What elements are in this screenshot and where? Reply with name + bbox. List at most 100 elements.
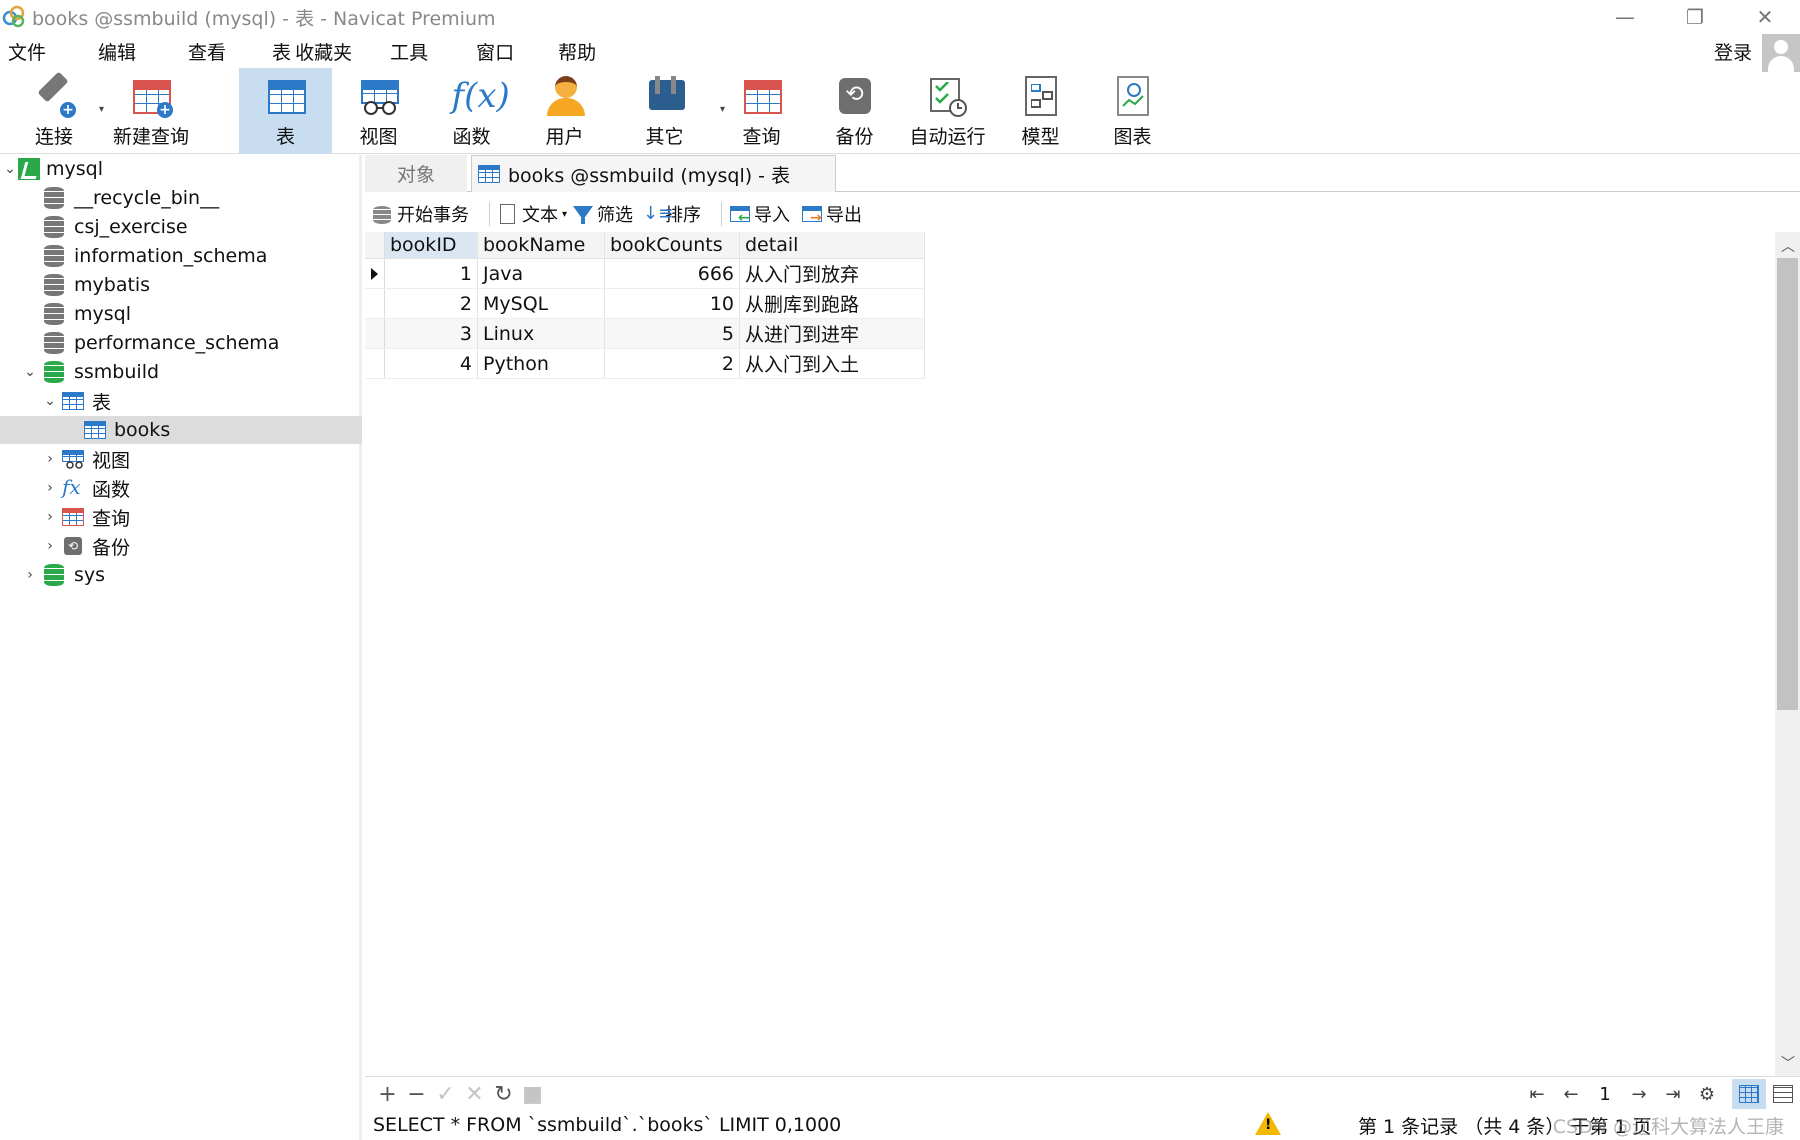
toolbar-view-button[interactable]: 视图 (332, 68, 425, 154)
tree-db-information-schema[interactable]: information_schema (44, 242, 267, 270)
begin-transaction-button[interactable]: 开始事务 (373, 201, 469, 227)
tree-folder-queries[interactable]: › 查询 (42, 503, 130, 531)
previous-page-icon[interactable]: ← (1554, 1084, 1588, 1105)
toolbar-connection-button[interactable]: + 连接 ▾ (18, 68, 104, 154)
filter-button[interactable]: 筛选 (573, 201, 633, 227)
chevron-right-icon[interactable]: › (42, 538, 58, 554)
tree-folder-views[interactable]: › 视图 (42, 445, 130, 473)
cell-bookname[interactable]: Python (478, 349, 605, 378)
cell-bookid[interactable]: 2 (385, 289, 478, 318)
refresh-icon[interactable]: ↻ (489, 1082, 518, 1107)
gear-icon[interactable]: ⚙ (1690, 1084, 1724, 1105)
cell-bookname[interactable]: MySQL (478, 289, 605, 318)
chevron-down-icon[interactable]: ▾ (562, 209, 567, 220)
cell-bookid[interactable]: 1 (385, 259, 478, 288)
tab-books-table[interactable]: books @ssmbuild (mysql) - 表 (471, 155, 836, 192)
tree-db-ssmbuild[interactable]: ⌄ ssmbuild (22, 358, 159, 386)
chevron-right-icon[interactable]: › (42, 509, 58, 525)
cell-bookcounts[interactable]: 5 (605, 319, 740, 348)
toolbar-new-query-button[interactable]: + 新建查询 (110, 68, 192, 154)
tree-db-performance-schema[interactable]: performance_schema (44, 329, 279, 357)
cell-detail[interactable]: 从入门到放弃 (740, 259, 925, 288)
avatar[interactable] (1762, 34, 1800, 72)
column-header-bookcounts[interactable]: bookCounts (605, 232, 740, 258)
tree-db-csj-exercise[interactable]: csj_exercise (44, 213, 188, 241)
cell-bookcounts[interactable]: 10 (605, 289, 740, 318)
menu-edit[interactable]: 编辑 (90, 38, 144, 65)
add-record-icon[interactable]: + (373, 1082, 402, 1107)
restore-button[interactable]: ❐ (1660, 0, 1730, 34)
cell-bookcounts[interactable]: 2 (605, 349, 740, 378)
toolbar-automation-button[interactable]: 自动运行 (900, 68, 995, 154)
chevron-down-icon[interactable]: ⌄ (42, 393, 58, 409)
chevron-right-icon[interactable]: › (22, 567, 38, 583)
tree-db-mysql[interactable]: mysql (44, 300, 131, 328)
import-button[interactable]: ← 导入 (730, 201, 790, 227)
toolbar-user-button[interactable]: 用户 (518, 68, 611, 154)
tree-folder-tables[interactable]: ⌄ 表 (42, 387, 111, 415)
menu-tools[interactable]: 工具 (382, 38, 436, 65)
scroll-down-icon[interactable]: ﹀ (1781, 1053, 1795, 1073)
apply-changes-icon[interactable]: ✓ (431, 1082, 460, 1107)
menu-window[interactable]: 窗口 (468, 38, 522, 65)
chevron-down-icon[interactable]: ⌄ (22, 364, 38, 380)
form-view-button[interactable] (1766, 1079, 1800, 1109)
cell-bookid[interactable]: 4 (385, 349, 478, 378)
first-page-icon[interactable]: ⇤ (1520, 1084, 1554, 1105)
row-selector[interactable] (365, 289, 385, 318)
table-row[interactable]: 4 Python 2 从入门到入土 (365, 349, 925, 379)
tree-connection-mysql[interactable]: ⌄ mysql (2, 155, 103, 183)
text-view-button[interactable]: 文本 ▾ (498, 201, 567, 227)
column-header-bookname[interactable]: bookName (478, 232, 605, 258)
toolbar-model-button[interactable]: 模型 (994, 68, 1087, 154)
row-selector[interactable] (365, 349, 385, 378)
tree-db-mybatis[interactable]: mybatis (44, 271, 150, 299)
tree-table-books[interactable]: books (0, 416, 362, 444)
discard-changes-icon[interactable]: ✕ (460, 1082, 489, 1107)
menu-file[interactable]: 文件 (0, 38, 54, 65)
close-button[interactable]: ✕ (1730, 0, 1800, 34)
row-selector[interactable] (365, 259, 385, 288)
table-row[interactable]: 1 Java 666 从入门到放弃 (365, 259, 925, 289)
cell-detail[interactable]: 从进门到进牢 (740, 319, 925, 348)
cell-detail[interactable]: 从入门到入土 (740, 349, 925, 378)
toolbar-backup-button[interactable]: ⟲ 备份 (808, 68, 901, 154)
menu-view[interactable]: 查看 (180, 38, 234, 65)
stop-icon[interactable]: ■ (518, 1082, 547, 1107)
menu-favorites[interactable]: 收藏夹 (295, 38, 360, 65)
column-header-detail[interactable]: detail (740, 232, 925, 258)
toolbar-function-button[interactable]: f(x) 函数 (425, 68, 518, 154)
tree-folder-functions[interactable]: › fx 函数 (42, 474, 130, 502)
chevron-down-icon[interactable]: ⌄ (2, 161, 18, 177)
minimize-button[interactable]: — (1590, 0, 1660, 34)
chevron-right-icon[interactable]: › (42, 480, 58, 496)
menu-help[interactable]: 帮助 (550, 38, 604, 65)
toolbar-chart-button[interactable]: 图表 (1086, 68, 1179, 154)
cell-bookname[interactable]: Java (478, 259, 605, 288)
toolbar-others-button[interactable]: 其它 ▾ (618, 68, 725, 154)
chevron-down-icon[interactable]: ▾ (99, 104, 104, 115)
cell-bookid[interactable]: 3 (385, 319, 478, 348)
table-row[interactable]: 2 MySQL 10 从删库到跑路 (365, 289, 925, 319)
menu-table[interactable]: 表 (264, 38, 295, 65)
warning-icon[interactable]: ! (1255, 1112, 1281, 1135)
tree-folder-backups[interactable]: › ⟲ 备份 (42, 532, 130, 560)
sort-button[interactable]: ↓≡ 排序 (641, 201, 701, 227)
export-button[interactable]: → 导出 (802, 201, 862, 227)
cell-bookname[interactable]: Linux (478, 319, 605, 348)
toolbar-table-button[interactable]: 表 (239, 68, 332, 154)
toolbar-query-button[interactable]: 查询 (715, 68, 808, 154)
page-number-input[interactable]: 1 (1588, 1084, 1622, 1105)
grid-view-button[interactable] (1732, 1079, 1766, 1109)
table-row[interactable]: 3 Linux 5 从进门到进牢 (365, 319, 925, 349)
next-page-icon[interactable]: → (1622, 1084, 1656, 1105)
cell-detail[interactable]: 从删库到跑路 (740, 289, 925, 318)
vertical-scrollbar[interactable]: ︿ ﹀ (1775, 232, 1800, 1077)
row-selector[interactable] (365, 319, 385, 348)
tree-db-sys[interactable]: › sys (22, 561, 105, 589)
last-page-icon[interactable]: ⇥ (1656, 1084, 1690, 1105)
chevron-right-icon[interactable]: › (42, 451, 58, 467)
login-link[interactable]: 登录 (1714, 38, 1752, 65)
tab-objects[interactable]: 对象 (365, 155, 467, 192)
scroll-up-icon[interactable]: ︿ (1781, 236, 1795, 256)
